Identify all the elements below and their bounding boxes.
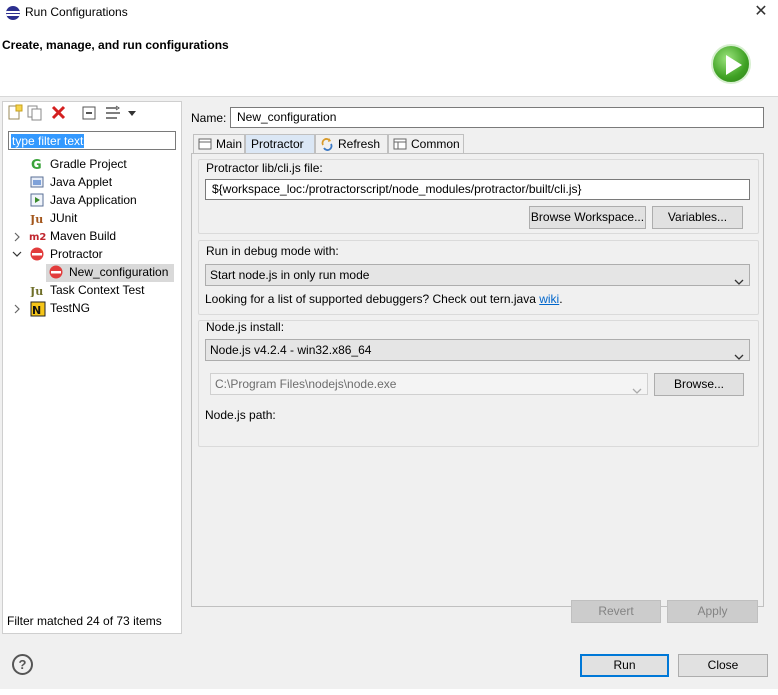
header-divider <box>0 96 778 97</box>
wiki-link[interactable]: wiki <box>539 292 559 306</box>
protractor-icon <box>30 247 44 261</box>
svg-text:N: N <box>32 304 41 317</box>
chevron-down-icon <box>632 381 642 401</box>
window-title: Run Configurations <box>25 5 128 19</box>
tree-item-gradle-project[interactable]: Gradle Project <box>50 155 127 173</box>
chevron-down-icon <box>734 347 744 367</box>
debugger-help-text: Looking for a list of supported debugger… <box>205 292 563 306</box>
nodejs-install-select[interactable]: Node.js v4.2.4 - win32.x86_64 <box>205 339 750 361</box>
new-config-icon[interactable] <box>6 104 24 122</box>
gradle-icon: G <box>30 157 44 173</box>
collapse-icon[interactable] <box>12 250 22 261</box>
tab-main-label: Main <box>216 137 243 151</box>
debug-mode-label: Run in debug mode with: <box>206 244 339 258</box>
eclipse-icon <box>6 6 20 20</box>
apply-button[interactable]: Apply <box>667 600 758 623</box>
debug-mode-select[interactable]: Start node.js in only run mode <box>205 264 750 286</box>
collapse-all-icon[interactable] <box>80 104 98 122</box>
tree-item-protractor[interactable]: Protractor <box>50 245 103 263</box>
chevron-down-icon <box>734 272 744 292</box>
tree-item-java-application[interactable]: Java Application <box>50 191 137 209</box>
delete-icon[interactable] <box>50 104 68 122</box>
close-window-button[interactable]: ✕ <box>748 2 774 22</box>
task-context-icon: Ju <box>29 283 44 298</box>
main-tab-icon <box>198 137 212 151</box>
junit-icon: Ju <box>29 211 44 226</box>
run-button[interactable]: Run <box>580 654 669 677</box>
tree-item-task-context-test[interactable]: Task Context Test <box>50 281 145 299</box>
nodejs-path-value: C:\Program Files\nodejs\node.exe <box>215 377 397 391</box>
close-button[interactable]: Close <box>678 654 768 677</box>
expand-icon[interactable] <box>13 304 21 317</box>
nodejs-install-label: Node.js install: <box>206 320 285 334</box>
java-applet-icon <box>30 175 44 189</box>
tab-protractor[interactable]: Protractor <box>245 134 315 154</box>
nodejs-install-selected: Node.js v4.2.4 - win32.x86_64 <box>210 343 372 357</box>
tab-main[interactable]: Main <box>193 134 245 154</box>
name-input[interactable]: New_configuration <box>230 107 764 128</box>
tab-common-label: Common <box>411 137 460 151</box>
tree-item-new-configuration[interactable]: New_configuration <box>69 263 168 281</box>
dialog-header-title: Create, manage, and run configurations <box>2 38 229 52</box>
testng-icon: N <box>30 301 46 317</box>
filter-icon[interactable] <box>104 104 122 122</box>
refresh-icon <box>320 137 334 151</box>
view-menu-icon[interactable] <box>124 104 142 122</box>
tab-common[interactable]: Common <box>388 134 464 154</box>
protractor-icon <box>49 265 63 279</box>
filter-status-text: Filter matched 24 of 73 items <box>7 614 162 628</box>
maven-icon: m2 <box>29 229 46 243</box>
java-app-icon <box>30 193 44 207</box>
tree-item-junit[interactable]: JUnit <box>50 209 77 227</box>
svg-text:m2: m2 <box>29 232 46 243</box>
common-tab-icon <box>393 137 407 151</box>
revert-button[interactable]: Revert <box>571 600 661 623</box>
bottom-edge <box>0 689 778 695</box>
debugger-help-sentence: Looking for a list of supported debugger… <box>205 292 536 306</box>
nodejs-path-label: Node.js path: <box>205 408 276 422</box>
filter-input-text: type filter text <box>11 134 85 148</box>
tree-item-java-applet[interactable]: Java Applet <box>50 173 112 191</box>
tree-item-testng[interactable]: TestNG <box>50 299 90 317</box>
run-icon <box>711 44 751 84</box>
tab-refresh-label: Refresh <box>338 137 381 151</box>
browse-button[interactable]: Browse... <box>654 373 744 396</box>
name-label: Name: <box>191 111 227 125</box>
svg-text:G: G <box>31 158 42 171</box>
help-icon[interactable]: ? <box>12 654 33 675</box>
duplicate-icon[interactable] <box>26 104 44 122</box>
svg-text:Ju: Ju <box>30 285 43 297</box>
debug-mode-selected: Start node.js in only run mode <box>210 268 370 282</box>
cli-file-label: Protractor lib/cli.js file: <box>206 161 323 175</box>
cli-file-input[interactable]: ${workspace_loc:/protractorscript/node_m… <box>205 179 750 200</box>
expand-icon[interactable] <box>13 232 21 245</box>
svg-text:Ju: Ju <box>30 213 43 225</box>
tab-protractor-label: Protractor <box>251 137 304 151</box>
variables-button[interactable]: Variables... <box>652 206 743 229</box>
nodejs-path-select: C:\Program Files\nodejs\node.exe <box>210 373 648 395</box>
tree-item-maven-build[interactable]: Maven Build <box>50 227 116 245</box>
browse-workspace-button[interactable]: Browse Workspace... <box>529 206 646 229</box>
tab-refresh[interactable]: Refresh <box>315 134 388 154</box>
debugger-help-period: . <box>559 292 563 306</box>
